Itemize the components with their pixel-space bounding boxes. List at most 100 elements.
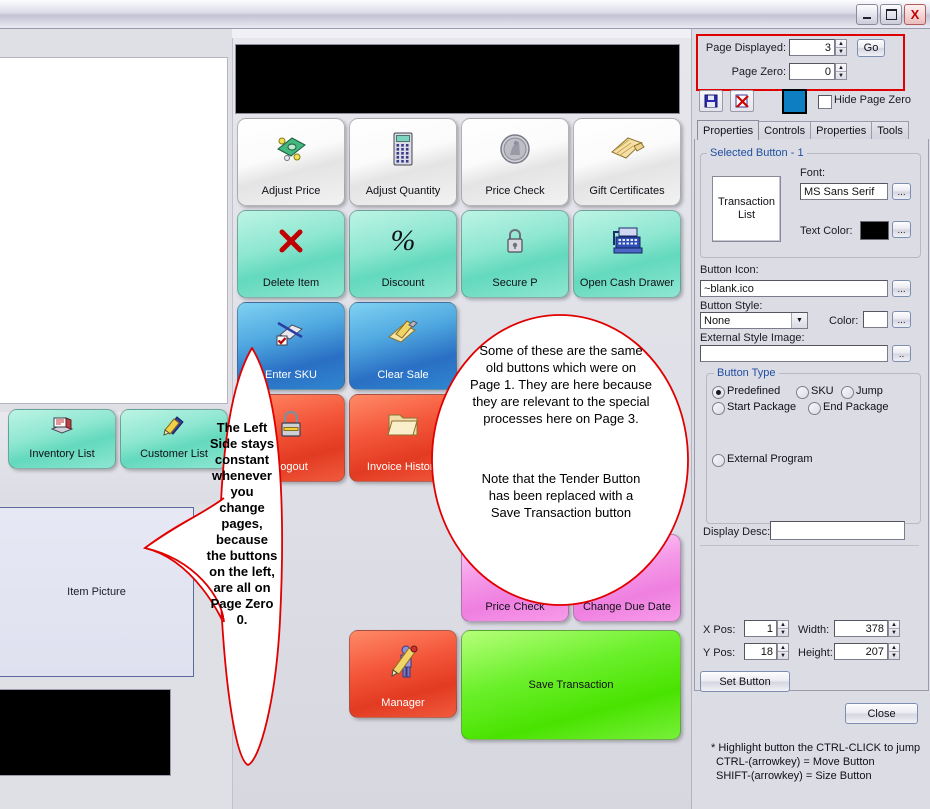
radio-jump-label: Jump	[856, 385, 883, 397]
tab-label: Tools	[877, 125, 903, 137]
font-input[interactable]: MS Sans Serif	[800, 183, 888, 200]
external-style-image-browse-button[interactable]: ..	[892, 345, 911, 362]
pos-button-change-due-date[interactable]: Change Due Date	[573, 534, 681, 622]
pos-button-open-cash-drawer[interactable]: Open Cash Drawer	[573, 210, 681, 298]
pos-button-save-transaction[interactable]: Save Transaction	[461, 630, 681, 740]
minimize-icon	[863, 16, 871, 19]
radio-end-package[interactable]	[808, 402, 821, 415]
width-spinner[interactable]: ▲ ▼	[888, 620, 900, 637]
delete-button[interactable]	[730, 90, 754, 112]
page-displayed-input[interactable]: 3	[789, 39, 835, 56]
tab-controls[interactable]: Controls	[758, 121, 812, 140]
pos-button-gift-certificates[interactable]: Gift Certificates	[573, 118, 681, 206]
radio-external-program-label: External Program	[727, 453, 813, 465]
page-zero-input[interactable]: 0	[789, 63, 835, 80]
radio-predefined-label: Predefined	[727, 385, 781, 397]
page-displayed-spinner[interactable]: ▲ ▼	[835, 39, 847, 56]
gift-icon	[608, 130, 646, 168]
pos-button-label: Enter SKU	[265, 369, 317, 381]
text-color-browse-button[interactable]: ...	[892, 221, 911, 238]
page-zero-spinner[interactable]: ▲ ▼	[835, 63, 847, 80]
maximize-button[interactable]	[880, 4, 902, 25]
display-desc-label: Display Desc:	[703, 526, 771, 538]
pos-button-label: Gift Certificates	[589, 185, 665, 197]
pos-button-secure-payment[interactable]: Secure P	[461, 210, 569, 298]
pos-button-price-check-2[interactable]: Price Check	[461, 534, 569, 622]
calendar-icon	[611, 546, 643, 584]
callout-right-text-1: Some of these are the same old buttons w…	[470, 343, 652, 426]
item-picture-box: Item Picture	[0, 507, 194, 677]
pos-button-label: Open Cash Drawer	[579, 277, 675, 289]
tab-properties-1[interactable]: Properties	[697, 120, 760, 140]
radio-sku-label: SKU	[811, 385, 834, 397]
y-pos-spinner[interactable]: ▲ ▼	[777, 643, 789, 660]
radio-sku[interactable]	[796, 386, 809, 399]
pos-button-label: Adjust Quantity	[365, 185, 441, 197]
minimize-button[interactable]	[856, 4, 878, 25]
button-icon-label: Button Icon:	[700, 264, 759, 276]
pos-button-delete-item[interactable]: Delete Item	[237, 210, 345, 298]
radio-external-program[interactable]	[712, 454, 725, 467]
height-spinner[interactable]: ▲ ▼	[888, 643, 900, 660]
width-input[interactable]: 378	[834, 620, 888, 637]
x-pos-input[interactable]: 1	[744, 620, 777, 637]
pos-button-manager[interactable]: Manager	[349, 630, 457, 718]
external-style-image-input[interactable]	[700, 345, 888, 362]
pos-button-discount[interactable]: % Discount	[349, 210, 457, 298]
hide-page-zero-label: Hide Page Zero	[834, 94, 912, 106]
button-style-label: Button Style:	[700, 300, 763, 312]
pos-button-price-check[interactable]: Price Check	[461, 118, 569, 206]
button-style-select[interactable]: None ▼	[700, 312, 808, 329]
close-panel-button[interactable]: Close	[845, 703, 918, 724]
page-zero-value: 0	[824, 65, 831, 78]
radio-jump[interactable]	[841, 386, 854, 399]
pos-button-adjust-price[interactable]: Adjust Price	[237, 118, 345, 206]
pos-button-enter-sku[interactable]: Enter SKU	[237, 302, 345, 390]
radio-predefined[interactable]	[712, 386, 725, 399]
padlock-icon	[278, 406, 304, 444]
pos-button-inventory-list[interactable]: Inventory List	[8, 409, 116, 469]
divider	[700, 545, 919, 546]
close-button[interactable]: X	[904, 4, 926, 25]
display-desc-input[interactable]	[770, 521, 905, 540]
button-preview-text: Transaction List	[717, 196, 776, 221]
money-icon	[272, 130, 310, 168]
transaction-list-grid[interactable]	[0, 57, 228, 404]
radio-start-package[interactable]	[712, 402, 725, 415]
width-value: 378	[865, 622, 884, 635]
button-icon-input[interactable]: ~blank.ico	[700, 280, 888, 297]
window-title-bar: X	[0, 0, 930, 29]
page-displayed-value: 3	[824, 41, 831, 54]
designer-tab-bar: Properties Controls Properties Tools	[697, 120, 927, 140]
button-icon-value: ~blank.ico	[704, 282, 754, 295]
pos-button-invoice-history[interactable]: Invoice History	[349, 394, 457, 482]
go-button[interactable]: Go	[857, 39, 885, 57]
maximize-icon	[885, 9, 897, 20]
customer-icon	[161, 414, 187, 438]
font-browse-button[interactable]: ...	[892, 183, 911, 200]
tab-properties-2[interactable]: Properties	[810, 121, 873, 140]
pos-button-label: Adjust Price	[261, 185, 321, 197]
pos-button-adjust-quantity[interactable]: Adjust Quantity	[349, 118, 457, 206]
height-input[interactable]: 207	[834, 643, 888, 660]
x-pos-spinner[interactable]: ▲ ▼	[777, 620, 789, 637]
text-color-swatch[interactable]	[860, 221, 889, 240]
pos-button-label: Price Check	[485, 185, 545, 197]
pos-button-clear-sale[interactable]: Clear Sale	[349, 302, 457, 390]
hide-page-zero-checkbox[interactable]	[818, 95, 832, 109]
tab-tools[interactable]: Tools	[871, 121, 909, 140]
color-swatch[interactable]	[782, 89, 807, 114]
pencil-pad-icon	[385, 314, 421, 352]
y-pos-input[interactable]: 18	[744, 643, 777, 660]
folder-icon	[386, 406, 420, 444]
color-input[interactable]	[863, 311, 888, 328]
pos-display	[235, 44, 680, 114]
text-color-label: Text Color:	[800, 225, 853, 237]
inventory-icon	[49, 414, 75, 438]
button-icon-browse-button[interactable]: ...	[892, 280, 911, 297]
save-button[interactable]	[699, 90, 723, 112]
set-button[interactable]: Set Button	[700, 671, 790, 692]
chevron-down-icon: ▼	[791, 313, 807, 328]
color-browse-button[interactable]: ...	[892, 311, 911, 328]
coin-icon	[497, 130, 533, 168]
